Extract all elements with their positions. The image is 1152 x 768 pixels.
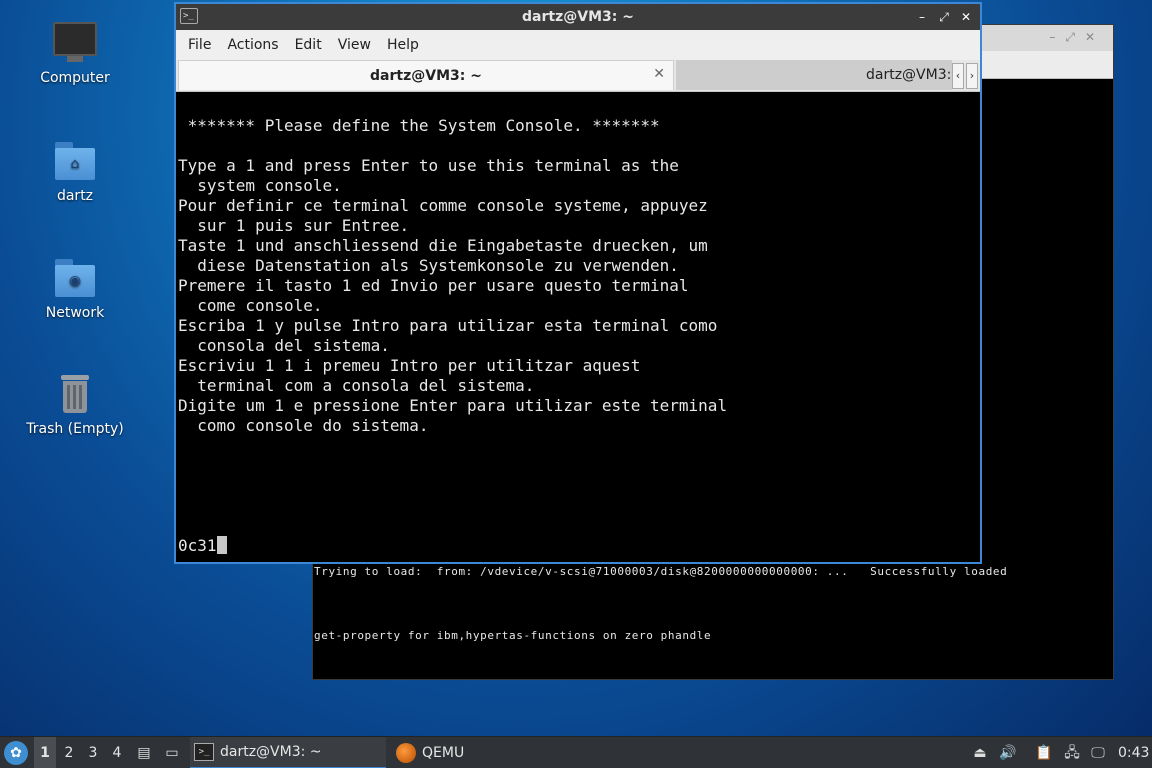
qemu-icon	[396, 743, 416, 763]
menu-actions[interactable]: Actions	[219, 37, 286, 53]
terminal-line: come console.	[178, 296, 323, 315]
task-terminal[interactable]: >_ dartz@VM3: ~	[190, 737, 386, 768]
task-label: dartz@VM3: ~	[220, 744, 322, 760]
text-cursor	[216, 536, 227, 554]
tab-terminal-1[interactable]: dartz@VM3: ~ ✕	[178, 60, 674, 90]
notification-icon[interactable]: 🖵	[1088, 737, 1108, 768]
terminal-titlebar[interactable]: >_ dartz@VM3: ~ – ⤢ ✕	[176, 4, 980, 30]
terminal-line: Pour definir ce terminal comme console s…	[178, 196, 708, 215]
workspace-2[interactable]: 2	[58, 737, 80, 768]
terminal-line: Escriviu 1 1 i premeu Intro per utilitza…	[178, 356, 641, 375]
terminal-output[interactable]: ******* Please define the System Console…	[176, 94, 980, 562]
close-icon[interactable]: ✕	[653, 66, 665, 82]
terminal-icon: >_	[194, 743, 214, 761]
menu-edit[interactable]: Edit	[287, 37, 330, 53]
clipboard-icon[interactable]: 📋	[1034, 737, 1054, 768]
terminal-line: diese Datenstation als Systemkonsole zu …	[178, 256, 679, 275]
terminal-prompt-line[interactable]: 0c31	[178, 536, 227, 556]
terminal-line: Type a 1 and press Enter to use this ter…	[178, 156, 679, 175]
network-folder-icon: ◉	[53, 257, 97, 301]
desktop-icon-label: Trash (Empty)	[26, 421, 124, 437]
terminal-line: consola del sistema.	[178, 336, 390, 355]
desktop-icon-label: dartz	[56, 188, 94, 204]
desktop-icon-label: Network	[45, 305, 105, 321]
desktop-icon-home[interactable]: ⌂ dartz	[20, 140, 130, 204]
menu-view[interactable]: View	[330, 37, 379, 53]
tab-label: dartz@VM3: ~	[370, 68, 482, 84]
app-menu-icon[interactable]: ✿	[4, 741, 28, 765]
desktop-icon-trash[interactable]: Trash (Empty)	[20, 373, 130, 437]
network-icon[interactable]: 🖧	[1062, 737, 1082, 768]
terminal-line: system console.	[178, 176, 342, 195]
workspace-3[interactable]: 3	[82, 737, 104, 768]
task-qemu[interactable]: QEMU	[392, 737, 512, 768]
home-folder-icon: ⌂	[53, 140, 97, 184]
workspace-4[interactable]: 4	[106, 737, 128, 768]
menu-file[interactable]: File	[180, 37, 219, 53]
tab-scroll-left-button[interactable]: ‹	[952, 63, 964, 89]
show-desktop-icon[interactable]: ▭	[162, 737, 182, 768]
terminal-line: ******* Please define the System Console…	[178, 116, 660, 135]
monitor-icon	[53, 22, 97, 66]
tab-terminal-2[interactable]: dartz@VM3: ~	[676, 60, 952, 90]
volume-icon[interactable]: 🔊	[998, 737, 1018, 768]
trash-icon	[53, 373, 97, 417]
terminal-line: Premere il tasto 1 ed Invio per usare qu…	[178, 276, 689, 295]
terminal-line: como console do sistema.	[178, 416, 429, 435]
desktop-icon-label: Computer	[40, 70, 110, 86]
terminal-line: Escriba 1 y pulse Intro para utilizar es…	[178, 316, 718, 335]
menubar: File Actions Edit View Help	[176, 30, 980, 60]
qemu-console-line: get-property for ibm,hypertas-functions …	[314, 629, 712, 642]
eject-icon[interactable]: ⏏	[970, 737, 990, 768]
clock[interactable]: 0:43	[1118, 737, 1149, 768]
qemu-console-line: Trying to load: from: /vdevice/v-scsi@71…	[314, 565, 1008, 578]
maximize-button[interactable]: ⤢	[934, 8, 954, 26]
tab-bar: dartz@VM3: ~ ✕ dartz@VM3: ~ ‹ ›	[176, 60, 980, 92]
tab-scroll-right-button[interactable]: ›	[966, 63, 978, 89]
minimize-button[interactable]: –	[912, 8, 932, 26]
task-label: QEMU	[422, 745, 465, 761]
terminal-line: Taste 1 und anschliessend die Eingabetas…	[178, 236, 708, 255]
desktop-icon-network[interactable]: ◉ Network	[20, 257, 130, 321]
terminal-line: terminal com a consola del sistema.	[178, 376, 535, 395]
window-title: dartz@VM3: ~	[522, 9, 634, 25]
taskbar: ✿ 1 2 3 4 ▤ ▭ >_ dartz@VM3: ~ QEMU ⏏ 🔊 📋…	[0, 736, 1152, 768]
file-manager-icon[interactable]: ▤	[134, 737, 154, 768]
workspace-1[interactable]: 1	[34, 737, 56, 768]
close-button[interactable]: ✕	[956, 8, 976, 26]
tab-label: dartz@VM3: ~	[866, 67, 952, 83]
terminal-line: sur 1 puis sur Entree.	[178, 216, 410, 235]
terminal-prompt: 0c31	[178, 536, 217, 555]
desktop-icon-computer[interactable]: Computer	[20, 22, 130, 86]
terminal-window[interactable]: >_ dartz@VM3: ~ – ⤢ ✕ File Actions Edit …	[174, 2, 982, 564]
terminal-line: Digite um 1 e pressione Enter para utili…	[178, 396, 728, 415]
qemu-window-controls[interactable]: –⤢✕	[1049, 30, 1105, 45]
menu-help[interactable]: Help	[379, 37, 427, 53]
